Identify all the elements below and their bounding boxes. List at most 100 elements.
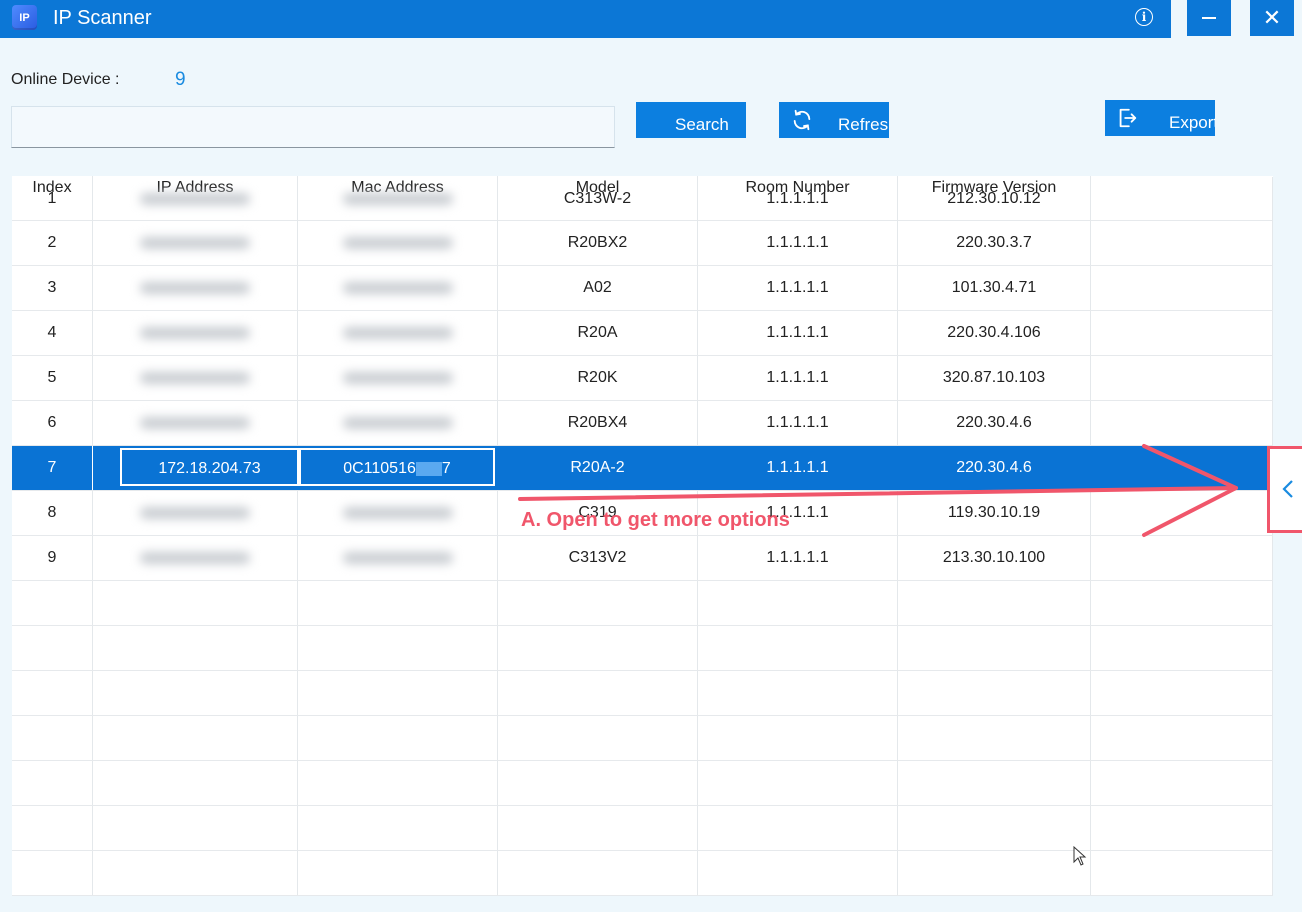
table-row[interactable]: 3 A02 1.1.1.1.1 101.30.4.71	[12, 266, 1273, 311]
cell-ip	[93, 401, 298, 445]
redacted-value	[140, 416, 250, 429]
cell-model: R20BX4	[498, 401, 698, 445]
cell-room	[698, 806, 898, 850]
table-row[interactable]	[12, 581, 1273, 626]
cell-filler	[1091, 851, 1273, 895]
cell-filler	[1091, 446, 1273, 490]
cell-filler	[1091, 806, 1273, 850]
cell-filler	[1091, 266, 1273, 310]
cell-room	[698, 581, 898, 625]
cell-ip	[93, 581, 298, 625]
redacted-value	[415, 461, 442, 476]
cell-model	[498, 806, 698, 850]
info-icon[interactable]: i	[1135, 8, 1153, 26]
table-row[interactable]: 9 C313V2 1.1.1.1.1 213.30.10.100	[12, 536, 1273, 581]
table-row[interactable]: 6 R20BX4 1.1.1.1.1 220.30.4.6	[12, 401, 1273, 446]
cell-filler	[1091, 221, 1273, 265]
cell-mac	[298, 851, 498, 895]
online-device-label: Online Device :	[11, 71, 120, 88]
cell-mac	[298, 581, 498, 625]
search-input[interactable]	[11, 106, 615, 148]
cell-model: C313W-2	[498, 177, 698, 221]
cell-firmware	[898, 806, 1091, 850]
cell-mac	[298, 311, 498, 355]
search-button-label: Search	[675, 115, 729, 134]
table-row[interactable]	[12, 761, 1273, 806]
cell-ip	[93, 221, 298, 265]
cell-mac	[298, 806, 498, 850]
cell-index	[12, 671, 93, 715]
device-table: Index IP Address Mac Address Model Room …	[12, 176, 1273, 896]
cell-index	[12, 806, 93, 850]
selected-ip-cell[interactable]: 172.18.204.73	[120, 448, 299, 486]
table-row[interactable]	[12, 716, 1273, 761]
cell-firmware	[898, 671, 1091, 715]
cell-mac	[298, 536, 498, 580]
table-row[interactable]: 5 R20K 1.1.1.1.1 320.87.10.103	[12, 356, 1273, 401]
cell-ip	[93, 851, 298, 895]
redacted-value	[140, 326, 250, 339]
cell-model: C313V2	[498, 536, 698, 580]
redacted-value	[342, 326, 453, 339]
cell-mac	[298, 356, 498, 400]
redacted-value	[140, 192, 250, 205]
selected-mac-cell[interactable]: 0C110516 7	[299, 448, 495, 486]
cell-model	[498, 671, 698, 715]
cell-firmware: 320.87.10.103	[898, 356, 1091, 400]
mac-suffix: 7	[441, 460, 451, 477]
redacted-value	[342, 281, 453, 294]
cell-room	[698, 851, 898, 895]
cell-ip	[93, 266, 298, 310]
redacted-value	[140, 371, 250, 384]
cell-mac	[298, 716, 498, 760]
cell-index: 2	[12, 221, 93, 265]
table-row[interactable]	[12, 671, 1273, 716]
cell-firmware: 119.30.10.19	[898, 491, 1091, 535]
cell-room: 1.1.1.1.1	[698, 266, 898, 310]
redacted-value	[342, 416, 453, 429]
cell-room: 1.1.1.1.1	[698, 536, 898, 580]
cell-model	[498, 581, 698, 625]
table-row[interactable]	[12, 806, 1273, 851]
table-row[interactable]	[12, 626, 1273, 671]
redacted-value	[140, 236, 250, 249]
close-button[interactable]: ✕	[1250, 0, 1294, 36]
cell-room: 1.1.1.1.1	[698, 177, 898, 221]
refresh-button-label: Refresh	[838, 115, 889, 134]
cell-index: 7	[12, 446, 93, 490]
table-row[interactable]: 4 R20A 1.1.1.1.1 220.30.4.106	[12, 311, 1273, 356]
cell-model	[498, 851, 698, 895]
table-row[interactable]: 2 R20BX2 1.1.1.1.1 220.30.3.7	[12, 221, 1273, 266]
cell-filler	[1091, 536, 1273, 580]
export-button[interactable]: Export	[1105, 100, 1215, 136]
cell-room: 1.1.1.1.1	[698, 401, 898, 445]
cell-room: 1.1.1.1.1	[698, 311, 898, 355]
table-row[interactable]: 1 C313W-2 1.1.1.1.1 212.30.10.12	[12, 177, 1273, 221]
cell-room	[698, 671, 898, 715]
cell-room: 1.1.1.1.1	[698, 446, 898, 490]
redacted-value	[342, 551, 453, 564]
cell-model: R20BX2	[498, 221, 698, 265]
cell-index	[12, 716, 93, 760]
cell-index	[12, 761, 93, 805]
annotation-text: A. Open to get more options	[521, 509, 790, 531]
cell-filler	[1091, 716, 1273, 760]
table-row[interactable]: 7 R20A-2 1.1.1.1.1 220.30.4.6 172.18.204.73 0…	[12, 446, 1273, 491]
redacted-value	[140, 281, 250, 294]
mouse-cursor-icon	[1073, 845, 1087, 871]
export-button-label: Export	[1169, 113, 1215, 132]
minimize-button[interactable]	[1187, 0, 1231, 36]
side-panel-toggle[interactable]	[1267, 446, 1302, 533]
cell-mac	[298, 491, 498, 535]
cell-ip	[93, 177, 298, 221]
cell-filler	[1091, 671, 1273, 715]
search-button[interactable]: Search	[636, 102, 746, 138]
cell-ip	[93, 491, 298, 535]
cell-mac	[298, 761, 498, 805]
cell-ip	[93, 806, 298, 850]
cell-firmware: 212.30.10.12	[898, 177, 1091, 221]
cell-filler	[1091, 626, 1273, 670]
cell-ip	[93, 761, 298, 805]
cell-room	[698, 626, 898, 670]
refresh-button[interactable]: Refresh	[779, 102, 889, 138]
